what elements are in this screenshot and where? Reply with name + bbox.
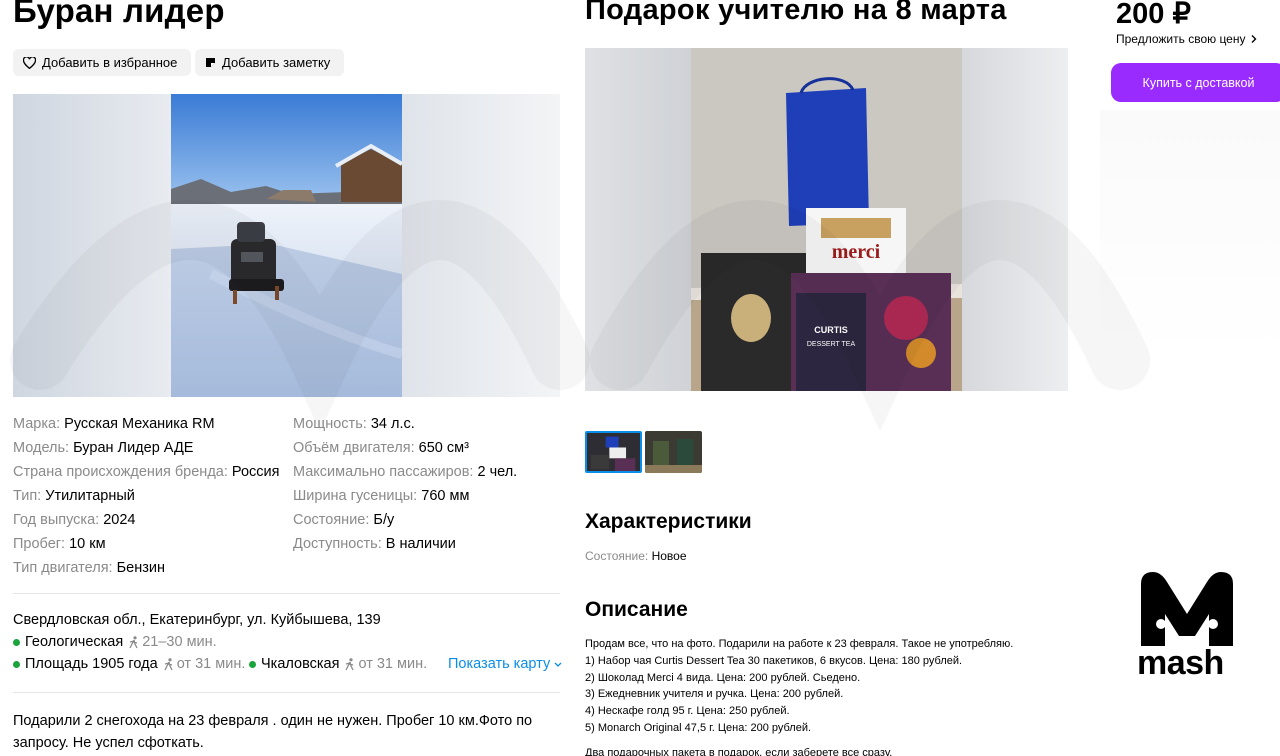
characteristics-heading: Характеристики [585,510,752,533]
snowmobile-image [171,94,402,397]
show-map-link[interactable]: Показать карту [448,656,562,672]
address: Свердловская обл., Екатеринбург, ул. Куй… [13,612,381,628]
mash-logo-word: mash [1137,644,1224,682]
snowmobile-photo[interactable] [13,94,560,397]
chevron-right-icon [1251,35,1256,43]
description-line: 4) Нескафе голд 95 г. Цена: 250 рублей. [585,705,790,718]
photo-thumbnail[interactable] [645,431,702,473]
specs-column-left: Марка: Русская Механика RM Модель: Буран… [13,412,279,580]
snowmobile-listing-panel: Буран лидер Добавить в избранное Добавит… [0,0,570,756]
metro-station: Площадь 1905 года от 31 мин. [13,656,245,672]
metro-station: Чкаловская от 31 мин. [249,656,427,672]
spec-row: Доступность: В наличии [293,536,456,552]
spec-row: Максимально пассажиров: 2 чел. [293,464,518,480]
metro-walk-time: от 31 мин. [345,656,427,672]
spec-row: Марка: Русская Механика RM [13,416,215,432]
buy-with-delivery-button[interactable]: Купить с доставкой [1111,63,1280,102]
description-line: 2) Шоколад Merci 4 вида. Цена: 200 рубле… [585,671,861,684]
metro-dot-icon [13,638,20,646]
gift-listing-panel: Подарок учителю на 8 марта merci CURTIS … [567,0,1100,756]
divider [13,593,560,594]
metro-walk-time: от 31 мин. [164,656,245,672]
metro-dot-icon [13,660,20,668]
merci-box-label: merci [832,241,881,263]
description-line: 1) Набор чая Curtis Dessert Tea 30 пакет… [585,654,963,667]
spec-row: Пробег: 10 км [13,536,106,552]
note-icon [206,58,215,67]
metro-station-name: Чкаловская [261,656,340,672]
heart-icon [23,56,36,69]
description-heading: Описание [585,598,688,621]
condition-row: Состояние: Новое [585,549,687,563]
spec-row: Состояние: Б/у [293,512,395,528]
curtis-box-label: CURTIS [814,325,848,335]
description-line: 5) Monarch Original 47,5 г. Цена: 200 ру… [585,721,812,734]
curtis-dessert-label: DESSERT TEA [807,341,856,348]
spec-row: Мощность: 34 л.с. [293,416,415,432]
description-line: Продам все, что на фото. Подарили на раб… [585,638,1014,650]
add-to-favorites-label: Добавить в избранное [42,55,178,70]
metro-station: Геологическая 21–30 мин. [13,634,217,650]
offer-price-link[interactable]: Предложить свою цену [1116,32,1259,46]
gift-photo[interactable]: merci CURTIS DESSERT TEA [585,48,1068,391]
photo-blur-right [962,48,1068,391]
metro-station-name: Геологическая [25,634,124,650]
walk-icon [129,635,138,648]
price: 200 ₽ [1116,0,1191,30]
add-to-favorites-button[interactable]: Добавить в избранное [13,49,192,76]
photo-thumbnail-selected[interactable] [585,431,642,473]
metro-dot-icon [249,660,256,668]
divider [13,692,560,693]
listing-title: Подарок учителю на 8 марта [585,0,1007,26]
description-line: 3) Ежедневник учителя и ручка. Цена: 200… [585,688,844,701]
listing-title: Буран лидер [13,0,225,29]
listing-description: Подарили 2 снегохода на 23 февраля . оди… [13,713,533,751]
spec-row: Ширина гусеницы: 760 мм [293,488,470,504]
spec-row: Модель: Буран Лидер АДЕ [13,440,194,456]
gift-image: merci CURTIS DESSERT TEA [691,48,962,391]
background-fade [1100,110,1280,360]
description-line: Два подарочных пакета в подарок, если за… [585,746,893,756]
chevron-down-icon [554,662,562,667]
spec-row: Тип двигателя: Бензин [13,560,165,576]
add-note-label: Добавить заметку [222,55,331,70]
gift-description: Продам все, что на фото. Подарили на раб… [585,636,1085,756]
mash-logo: mash [1137,570,1237,682]
spec-row: Страна происхождения бренда: Россия [13,464,280,480]
specs-column-right: Мощность: 34 л.с. Объём двигателя: 650 с… [293,412,517,556]
spec-row: Год выпуска: 2024 [13,512,136,528]
metro-walk-time: 21–30 мин. [129,634,217,650]
walk-icon [345,657,355,670]
spec-row: Тип: Утилитарный [13,488,135,504]
photo-blur-left [13,94,171,397]
walk-icon [164,657,173,670]
spec-row: Объём двигателя: 650 см³ [293,440,469,456]
photo-blur-left [585,48,691,391]
metro-station-name: Площадь 1905 года [25,656,158,672]
add-note-button[interactable]: Добавить заметку [195,49,345,76]
photo-blur-right [402,94,560,397]
